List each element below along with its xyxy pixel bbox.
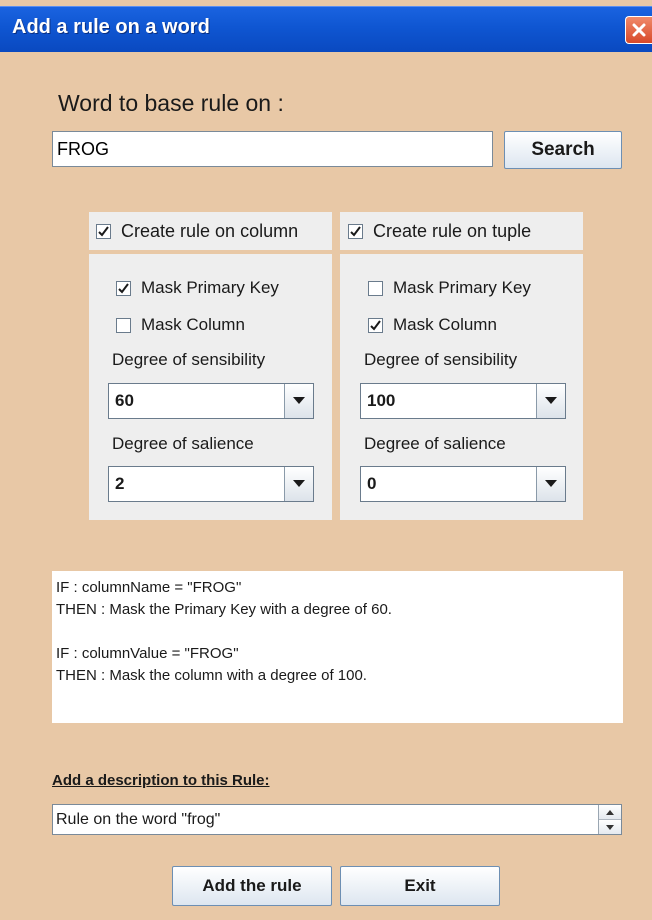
column-salience-select[interactable]: 2	[108, 466, 314, 502]
chevron-down-icon[interactable]	[536, 384, 565, 418]
tuple-salience-label: Degree of salience	[364, 434, 506, 453]
tuple-sensibility-select[interactable]: 100	[360, 383, 566, 419]
window-title: Add a rule on a word	[12, 16, 210, 38]
chevron-down-icon[interactable]	[536, 467, 565, 501]
column-sensibility-select[interactable]: 60	[108, 383, 314, 419]
column-mask-column-label: Mask Column	[141, 315, 245, 334]
tuple-mask-primary-key-checkbox[interactable]	[368, 280, 383, 296]
tuple-rule-label: Create rule on tuple	[373, 220, 532, 241]
tuple-mask-column-label: Mask Column	[393, 315, 497, 334]
exit-button[interactable]: Exit	[340, 866, 500, 906]
tuple-mask-primary-key-label: Mask Primary Key	[393, 278, 531, 297]
column-mask-primary-key-checkbox[interactable]	[116, 280, 131, 296]
column-sensibility-value: 60	[115, 391, 134, 410]
column-mask-column-checkbox[interactable]	[116, 317, 131, 333]
check-icon	[350, 225, 361, 237]
spinner-down-icon[interactable]	[599, 820, 621, 834]
add-rule-button[interactable]: Add the rule	[172, 866, 332, 906]
column-rule-checkbox[interactable]	[96, 223, 111, 239]
spinner-up-icon[interactable]	[599, 805, 621, 820]
check-icon	[98, 225, 109, 237]
tuple-rule-header[interactable]: Create rule on tuple	[340, 212, 583, 250]
rule-line: THEN : Mask the Primary Key with a degre…	[56, 601, 392, 618]
column-mask-primary-key-label: Mask Primary Key	[141, 278, 279, 297]
column-mask-primary-key[interactable]: Mask Primary Key	[116, 278, 279, 298]
tuple-sensibility-label: Degree of sensibility	[364, 350, 518, 369]
check-icon	[370, 319, 381, 331]
word-input[interactable]: FROG	[52, 131, 493, 167]
chevron-down-icon[interactable]	[284, 384, 313, 418]
column-salience-value: 2	[115, 474, 125, 493]
chevron-down-icon[interactable]	[284, 467, 313, 501]
column-sensibility-label: Degree of sensibility	[112, 350, 266, 369]
rules-preview: IF : columnName = "FROG" THEN : Mask the…	[52, 571, 623, 723]
description-label: Add a description to this Rule:	[52, 772, 270, 789]
rule-line: THEN : Mask the column with a degree of …	[56, 667, 367, 684]
close-button[interactable]	[625, 16, 652, 44]
search-button[interactable]: Search	[504, 131, 622, 169]
column-rule-label: Create rule on column	[121, 220, 299, 241]
description-value: Rule on the word "frog"	[56, 811, 221, 828]
tuple-mask-primary-key[interactable]: Mask Primary Key	[368, 278, 531, 298]
word-label: Word to base rule on :	[58, 90, 284, 116]
description-spinner[interactable]	[598, 805, 621, 834]
add-rule-dialog: Add a rule on a word Word to base rule o…	[0, 0, 652, 920]
tuple-salience-value: 0	[367, 474, 377, 493]
check-icon	[118, 282, 129, 294]
tuple-salience-select[interactable]: 0	[360, 466, 566, 502]
tuple-mask-column-checkbox[interactable]	[368, 317, 383, 333]
rule-line: IF : columnValue = "FROG"	[56, 645, 239, 662]
tuple-rule-checkbox[interactable]	[348, 223, 363, 239]
tuple-mask-column[interactable]: Mask Column	[368, 315, 497, 335]
close-icon	[632, 23, 646, 37]
rule-line: IF : columnName = "FROG"	[56, 579, 242, 596]
tuple-sensibility-value: 100	[367, 391, 396, 410]
column-salience-label: Degree of salience	[112, 434, 254, 453]
description-input[interactable]: Rule on the word "frog"	[52, 804, 622, 835]
title-bar[interactable]: Add a rule on a word	[0, 6, 652, 52]
column-mask-column[interactable]: Mask Column	[116, 315, 245, 335]
column-rule-header[interactable]: Create rule on column	[89, 212, 332, 250]
